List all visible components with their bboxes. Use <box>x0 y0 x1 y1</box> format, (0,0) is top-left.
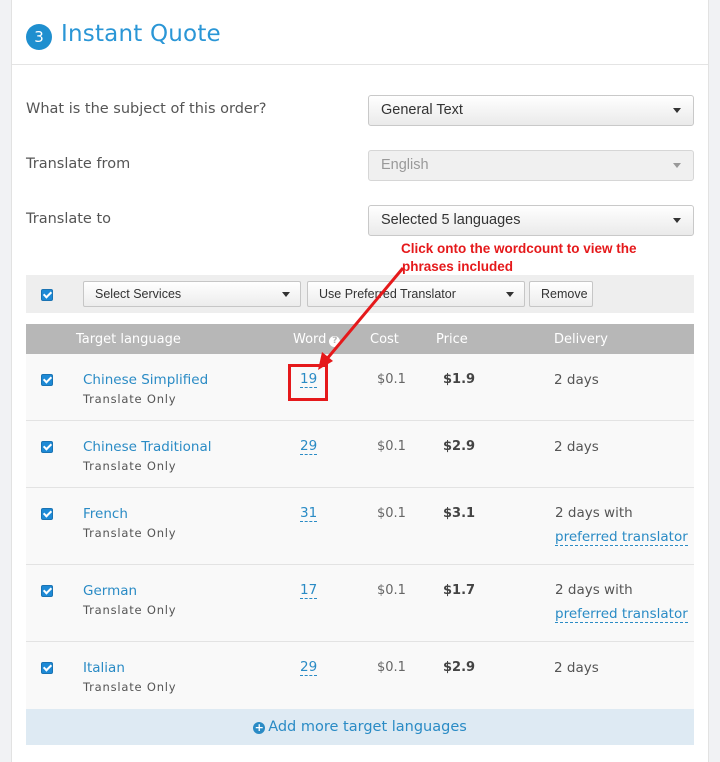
annotation-arrow-icon <box>318 267 405 370</box>
